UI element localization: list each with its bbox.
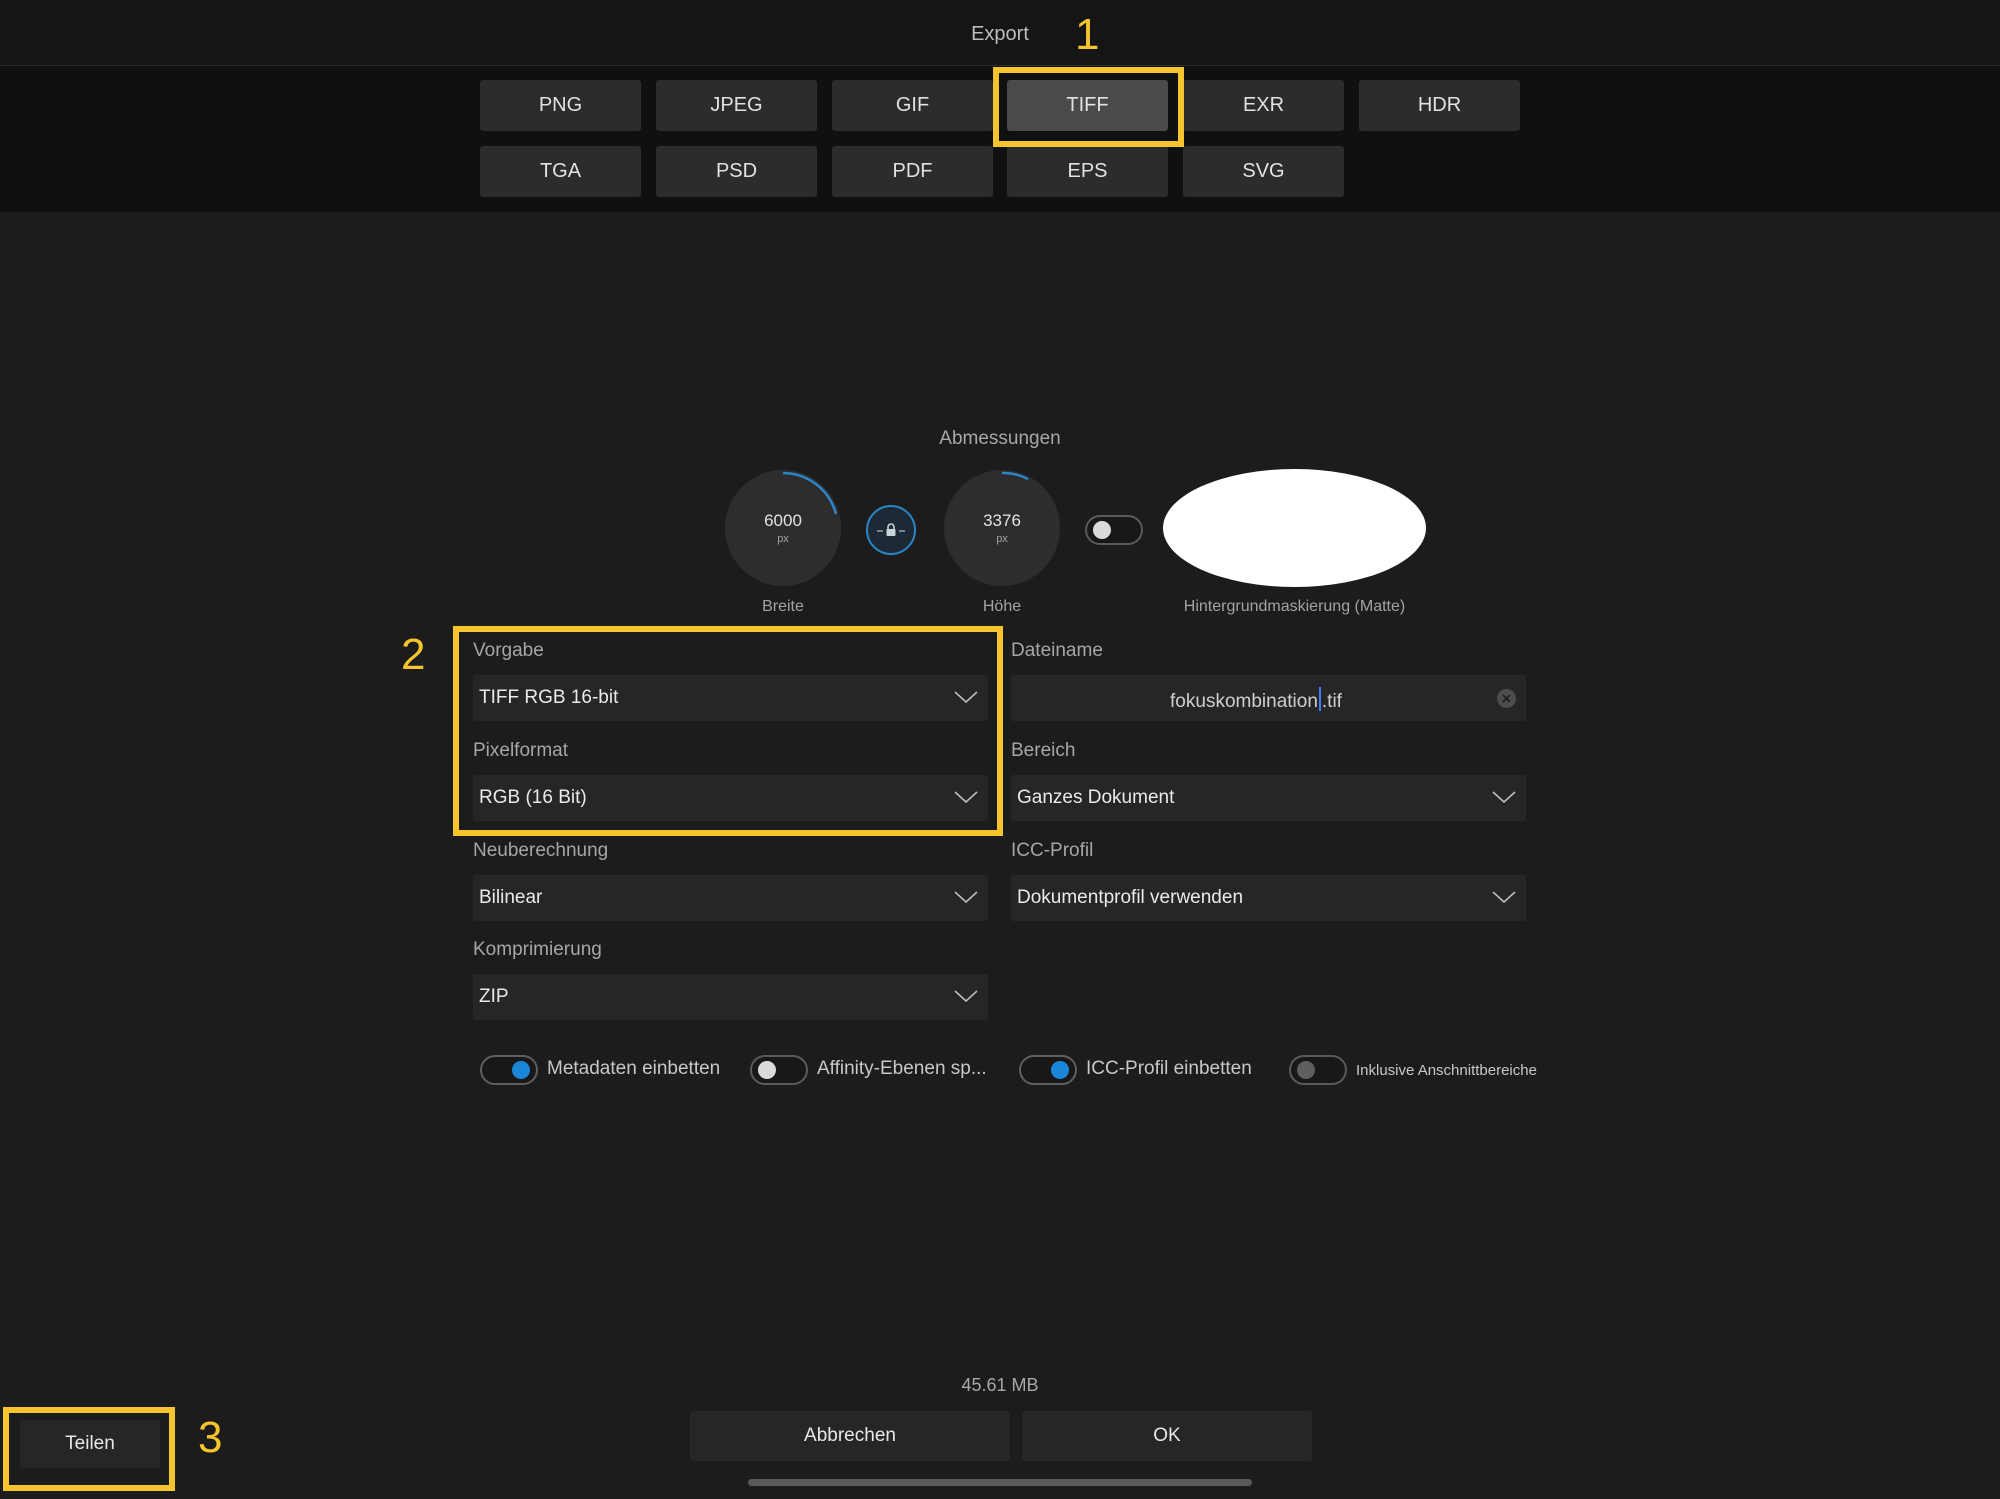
filename-text: fokuskombination <box>1170 691 1318 712</box>
embed-metadata-toggle[interactable] <box>480 1055 538 1085</box>
filename-extension: .tif <box>1321 691 1342 712</box>
width-value: 6000 <box>764 511 802 530</box>
format-eps-button[interactable]: EPS <box>1007 146 1168 197</box>
preset-dropdown[interactable]: TIFF RGB 16-bit <box>473 675 988 721</box>
annotation-marker-1: 1 <box>1075 10 1100 59</box>
pixel-format-dropdown[interactable]: RGB (16 Bit) <box>473 775 988 821</box>
icc-profile-label: ICC-Profil <box>1011 840 1094 861</box>
width-unit: px <box>777 533 789 545</box>
chevron-down-icon <box>1492 891 1516 904</box>
chevron-down-icon <box>954 791 978 804</box>
affinity-layers-label: Affinity-Ebenen sp... <box>817 1058 987 1079</box>
share-button[interactable]: Teilen <box>20 1420 160 1468</box>
filename-label: Dateiname <box>1011 640 1103 661</box>
affinity-layers-toggle[interactable] <box>750 1055 808 1085</box>
width-dial[interactable]: 6000 px <box>725 470 841 586</box>
format-hdr-button[interactable]: HDR <box>1359 80 1520 131</box>
annotation-marker-2: 2 <box>401 630 426 679</box>
resample-value: Bilinear <box>479 887 543 908</box>
format-tiff-button[interactable]: TIFF <box>1007 80 1168 131</box>
annotation-marker-3: 3 <box>198 1413 223 1462</box>
matte-label: Hintergrundmaskierung (Matte) <box>1183 598 1406 615</box>
format-pdf-button[interactable]: PDF <box>832 146 993 197</box>
home-indicator <box>748 1479 1252 1486</box>
chevron-down-icon <box>954 691 978 704</box>
width-label: Breite <box>762 598 804 615</box>
format-jpeg-button[interactable]: JPEG <box>656 80 817 131</box>
embed-icc-toggle[interactable] <box>1019 1055 1077 1085</box>
dialog-title: Export <box>971 23 1029 45</box>
format-png-button[interactable]: PNG <box>480 80 641 131</box>
icc-profile-value: Dokumentprofil verwenden <box>1017 887 1244 908</box>
area-label: Bereich <box>1011 740 1076 761</box>
include-bleed-toggle[interactable] <box>1289 1055 1347 1085</box>
resample-dropdown[interactable]: Bilinear <box>473 875 988 921</box>
embed-icc-label: ICC-Profil einbetten <box>1086 1058 1252 1079</box>
compression-dropdown[interactable]: ZIP <box>473 974 988 1020</box>
preset-value: TIFF RGB 16-bit <box>479 687 619 708</box>
chevron-down-icon <box>1492 791 1516 804</box>
format-exr-button[interactable]: EXR <box>1183 80 1344 131</box>
format-selector: PNG JPEG GIF TIFF EXR HDR TGA PSD PDF EP… <box>0 66 2000 212</box>
height-unit: px <box>996 533 1008 545</box>
resample-label: Neuberechnung <box>473 840 609 861</box>
chevron-down-icon <box>954 990 978 1003</box>
format-tga-button[interactable]: TGA <box>480 146 641 197</box>
format-svg-button[interactable]: SVG <box>1183 146 1344 197</box>
aspect-lock-button[interactable] <box>866 505 916 555</box>
compression-label: Komprimierung <box>473 939 602 960</box>
filename-input[interactable]: fokuskombination .tif <box>1011 675 1526 721</box>
pixel-format-value: RGB (16 Bit) <box>479 787 587 808</box>
matte-color-swatch[interactable] <box>1163 469 1426 587</box>
clear-icon[interactable] <box>1497 689 1516 708</box>
area-dropdown[interactable]: Ganzes Dokument <box>1011 775 1526 821</box>
ok-button[interactable]: OK <box>1022 1411 1312 1461</box>
height-value: 3376 <box>983 511 1021 530</box>
height-dial[interactable]: 3376 px <box>944 470 1060 586</box>
pixel-format-label: Pixelformat <box>473 740 569 761</box>
height-label: Höhe <box>982 598 1022 615</box>
compression-value: ZIP <box>479 986 509 1007</box>
preset-label: Vorgabe <box>473 640 544 661</box>
dimensions-heading: Abmessungen <box>939 428 1061 449</box>
text-caret <box>1318 687 1321 711</box>
chevron-down-icon <box>954 891 978 904</box>
area-value: Ganzes Dokument <box>1017 787 1175 808</box>
lock-icon <box>877 523 905 536</box>
include-bleed-label: Inklusive Anschnittbereiche <box>1356 1062 1537 1079</box>
format-psd-button[interactable]: PSD <box>656 146 817 197</box>
format-gif-button[interactable]: GIF <box>832 80 993 131</box>
embed-metadata-label: Metadaten einbetten <box>547 1058 721 1079</box>
cancel-button[interactable]: Abbrechen <box>690 1411 1010 1461</box>
file-size: 45.61 MB <box>961 1375 1039 1395</box>
icc-profile-dropdown[interactable]: Dokumentprofil verwenden <box>1011 875 1526 921</box>
matte-toggle[interactable] <box>1085 515 1143 545</box>
